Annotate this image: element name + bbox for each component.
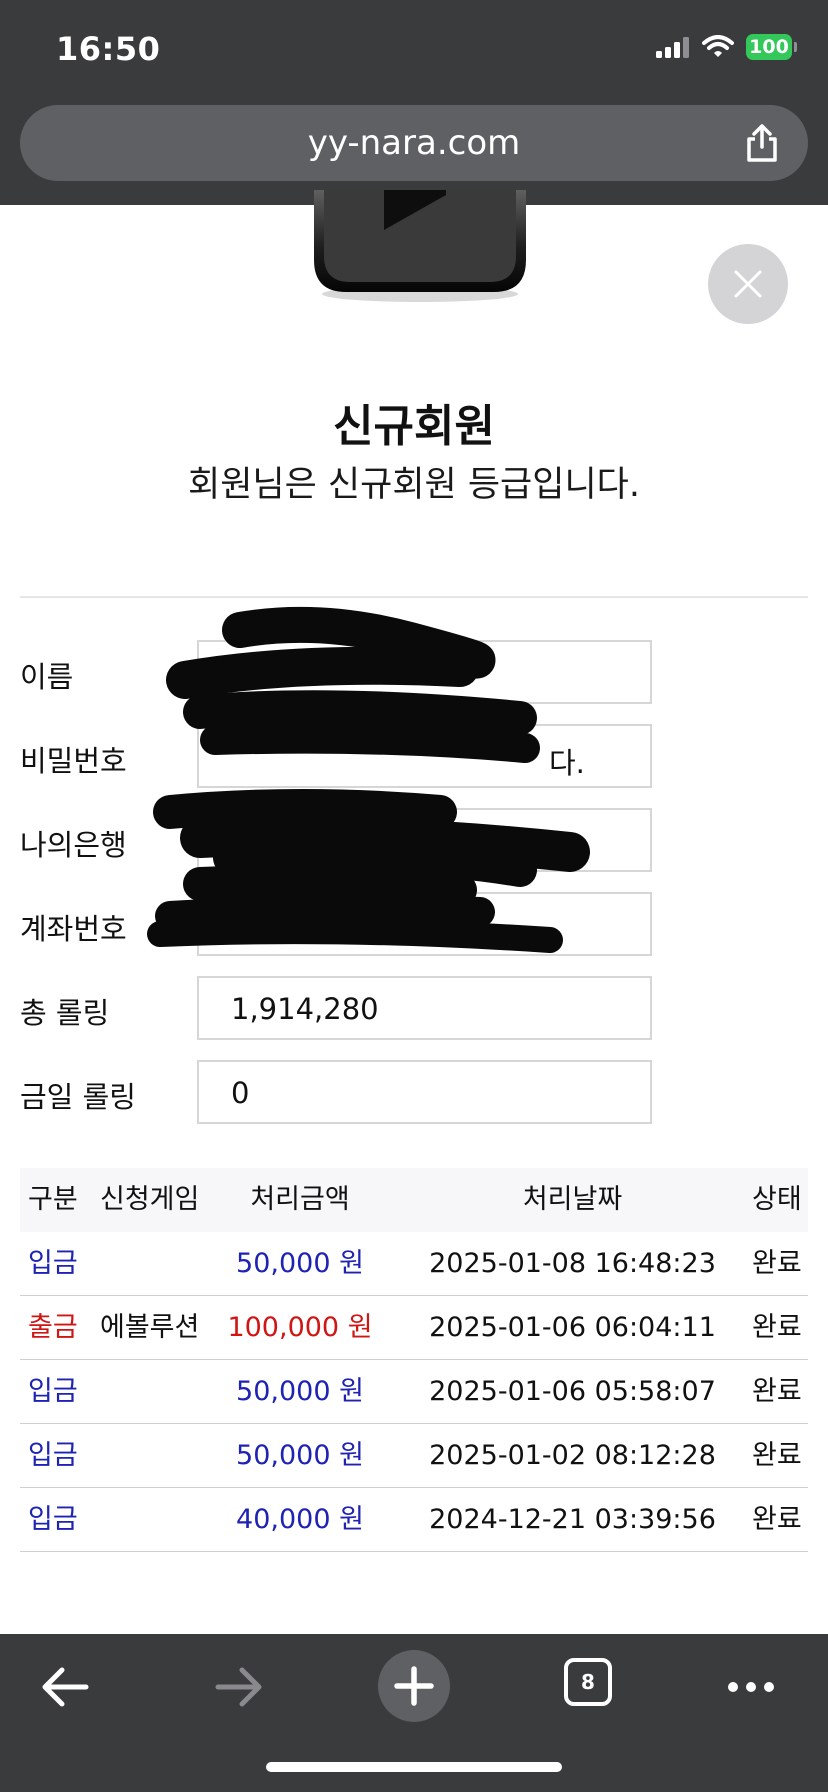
total-rolling-row: 총 롤링 1,914,280: [20, 976, 660, 1042]
browser-top-bar: 16:50 100 yy-nara.com: [0, 0, 828, 205]
today-rolling-label: 금일 롤링: [20, 1080, 136, 1114]
row-date: 2025-01-06 05:58:07: [429, 1376, 716, 1407]
table-row: 입금 50,000 원 2025-01-08 16:48:23 완료: [20, 1232, 808, 1296]
status-icons: 100: [656, 34, 797, 60]
row-status: 완료: [752, 1504, 802, 1535]
grade-message: 회원님은 신규회원 등급입니다.: [188, 465, 640, 505]
row-type: 입금: [28, 1376, 78, 1407]
today-rolling-value: 0: [231, 1076, 250, 1110]
address-bar[interactable]: yy-nara.com: [20, 105, 808, 181]
total-rolling-value: 1,914,280: [231, 992, 379, 1026]
row-type: 출금: [28, 1312, 78, 1343]
row-status: 완료: [752, 1248, 802, 1279]
more-icon[interactable]: [726, 1662, 776, 1712]
account-number-field[interactable]: 3: [197, 892, 652, 956]
grade-title: 신규회원: [333, 401, 495, 452]
signal-icon: [656, 37, 689, 58]
table-row: 출금 에볼루션 100,000 원 2025-01-06 06:04:11 완료: [20, 1296, 808, 1360]
row-amount: 100,000 원: [227, 1312, 373, 1343]
table-row: 입금 40,000 원 2024-12-21 03:39:56 완료: [20, 1488, 808, 1552]
password-value: 다.: [549, 746, 585, 780]
header-type: 구분: [28, 1184, 78, 1215]
plus-icon: [394, 1666, 434, 1706]
row-date: 2025-01-02 08:12:28: [429, 1440, 716, 1471]
header-date: 처리날짜: [522, 1184, 623, 1215]
play-button-logo: [314, 190, 526, 302]
share-icon[interactable]: [742, 123, 782, 163]
row-type: 입금: [28, 1248, 78, 1279]
password-field[interactable]: 다.: [197, 724, 652, 788]
row-date: 2025-01-06 06:04:11: [429, 1312, 716, 1343]
password-label: 비밀번호: [20, 744, 127, 778]
name-row: 이름: [20, 640, 660, 706]
close-icon: [734, 270, 762, 298]
row-amount: 40,000 원: [236, 1504, 364, 1535]
close-button[interactable]: [708, 244, 788, 324]
divider: [20, 596, 808, 598]
status-time: 16:50: [56, 30, 161, 68]
name-label: 이름: [20, 660, 74, 694]
header-game: 신청게임: [100, 1184, 200, 1215]
forward-arrow-icon[interactable]: [212, 1660, 266, 1714]
header-status: 상태: [752, 1184, 802, 1215]
back-arrow-icon[interactable]: [38, 1660, 92, 1714]
row-date: 2024-12-21 03:39:56: [429, 1504, 716, 1535]
row-type: 입금: [28, 1504, 78, 1535]
home-indicator: [266, 1762, 562, 1772]
bank-field[interactable]: [197, 808, 652, 872]
row-date: 2025-01-08 16:48:23: [429, 1248, 716, 1279]
total-rolling-label: 총 롤링: [20, 996, 110, 1030]
new-tab-button[interactable]: [378, 1650, 450, 1722]
table-row: 입금 50,000 원 2025-01-06 05:58:07 완료: [20, 1360, 808, 1424]
bank-row: 나의은행: [20, 808, 660, 874]
row-type: 입금: [28, 1440, 78, 1471]
account-number-value: 3: [231, 908, 250, 942]
row-amount: 50,000 원: [236, 1376, 364, 1407]
bank-label: 나의은행: [20, 828, 127, 862]
browser-bottom-toolbar: 8: [0, 1634, 828, 1792]
row-amount: 50,000 원: [236, 1440, 364, 1471]
table-row: 입금 50,000 원 2025-01-02 08:12:28 완료: [20, 1424, 808, 1488]
row-status: 완료: [752, 1312, 802, 1343]
battery-icon: 100: [746, 34, 797, 60]
header-amount: 처리금액: [250, 1184, 350, 1215]
today-rolling-row: 금일 롤링 0: [20, 1060, 660, 1126]
row-status: 완료: [752, 1440, 802, 1471]
wifi-icon: [702, 35, 734, 57]
today-rolling-field[interactable]: 0: [197, 1060, 652, 1124]
screen: 16:50 100 yy-nara.com 신규회원 회원님은 신규회원 등급입…: [0, 0, 828, 1792]
total-rolling-field[interactable]: 1,914,280: [197, 976, 652, 1040]
table-header: 구분 신청게임 처리금액 처리날짜 상태: [20, 1168, 808, 1232]
account-number-row: 계좌번호 3: [20, 892, 660, 958]
password-row: 비밀번호 다.: [20, 724, 660, 790]
tabs-icon[interactable]: 8: [564, 1658, 612, 1706]
row-status: 완료: [752, 1376, 802, 1407]
row-game: 에볼루션: [100, 1312, 200, 1343]
row-amount: 50,000 원: [236, 1248, 364, 1279]
url-text[interactable]: yy-nara.com: [20, 123, 808, 163]
account-number-label: 계좌번호: [20, 912, 127, 946]
name-field[interactable]: [197, 640, 652, 704]
